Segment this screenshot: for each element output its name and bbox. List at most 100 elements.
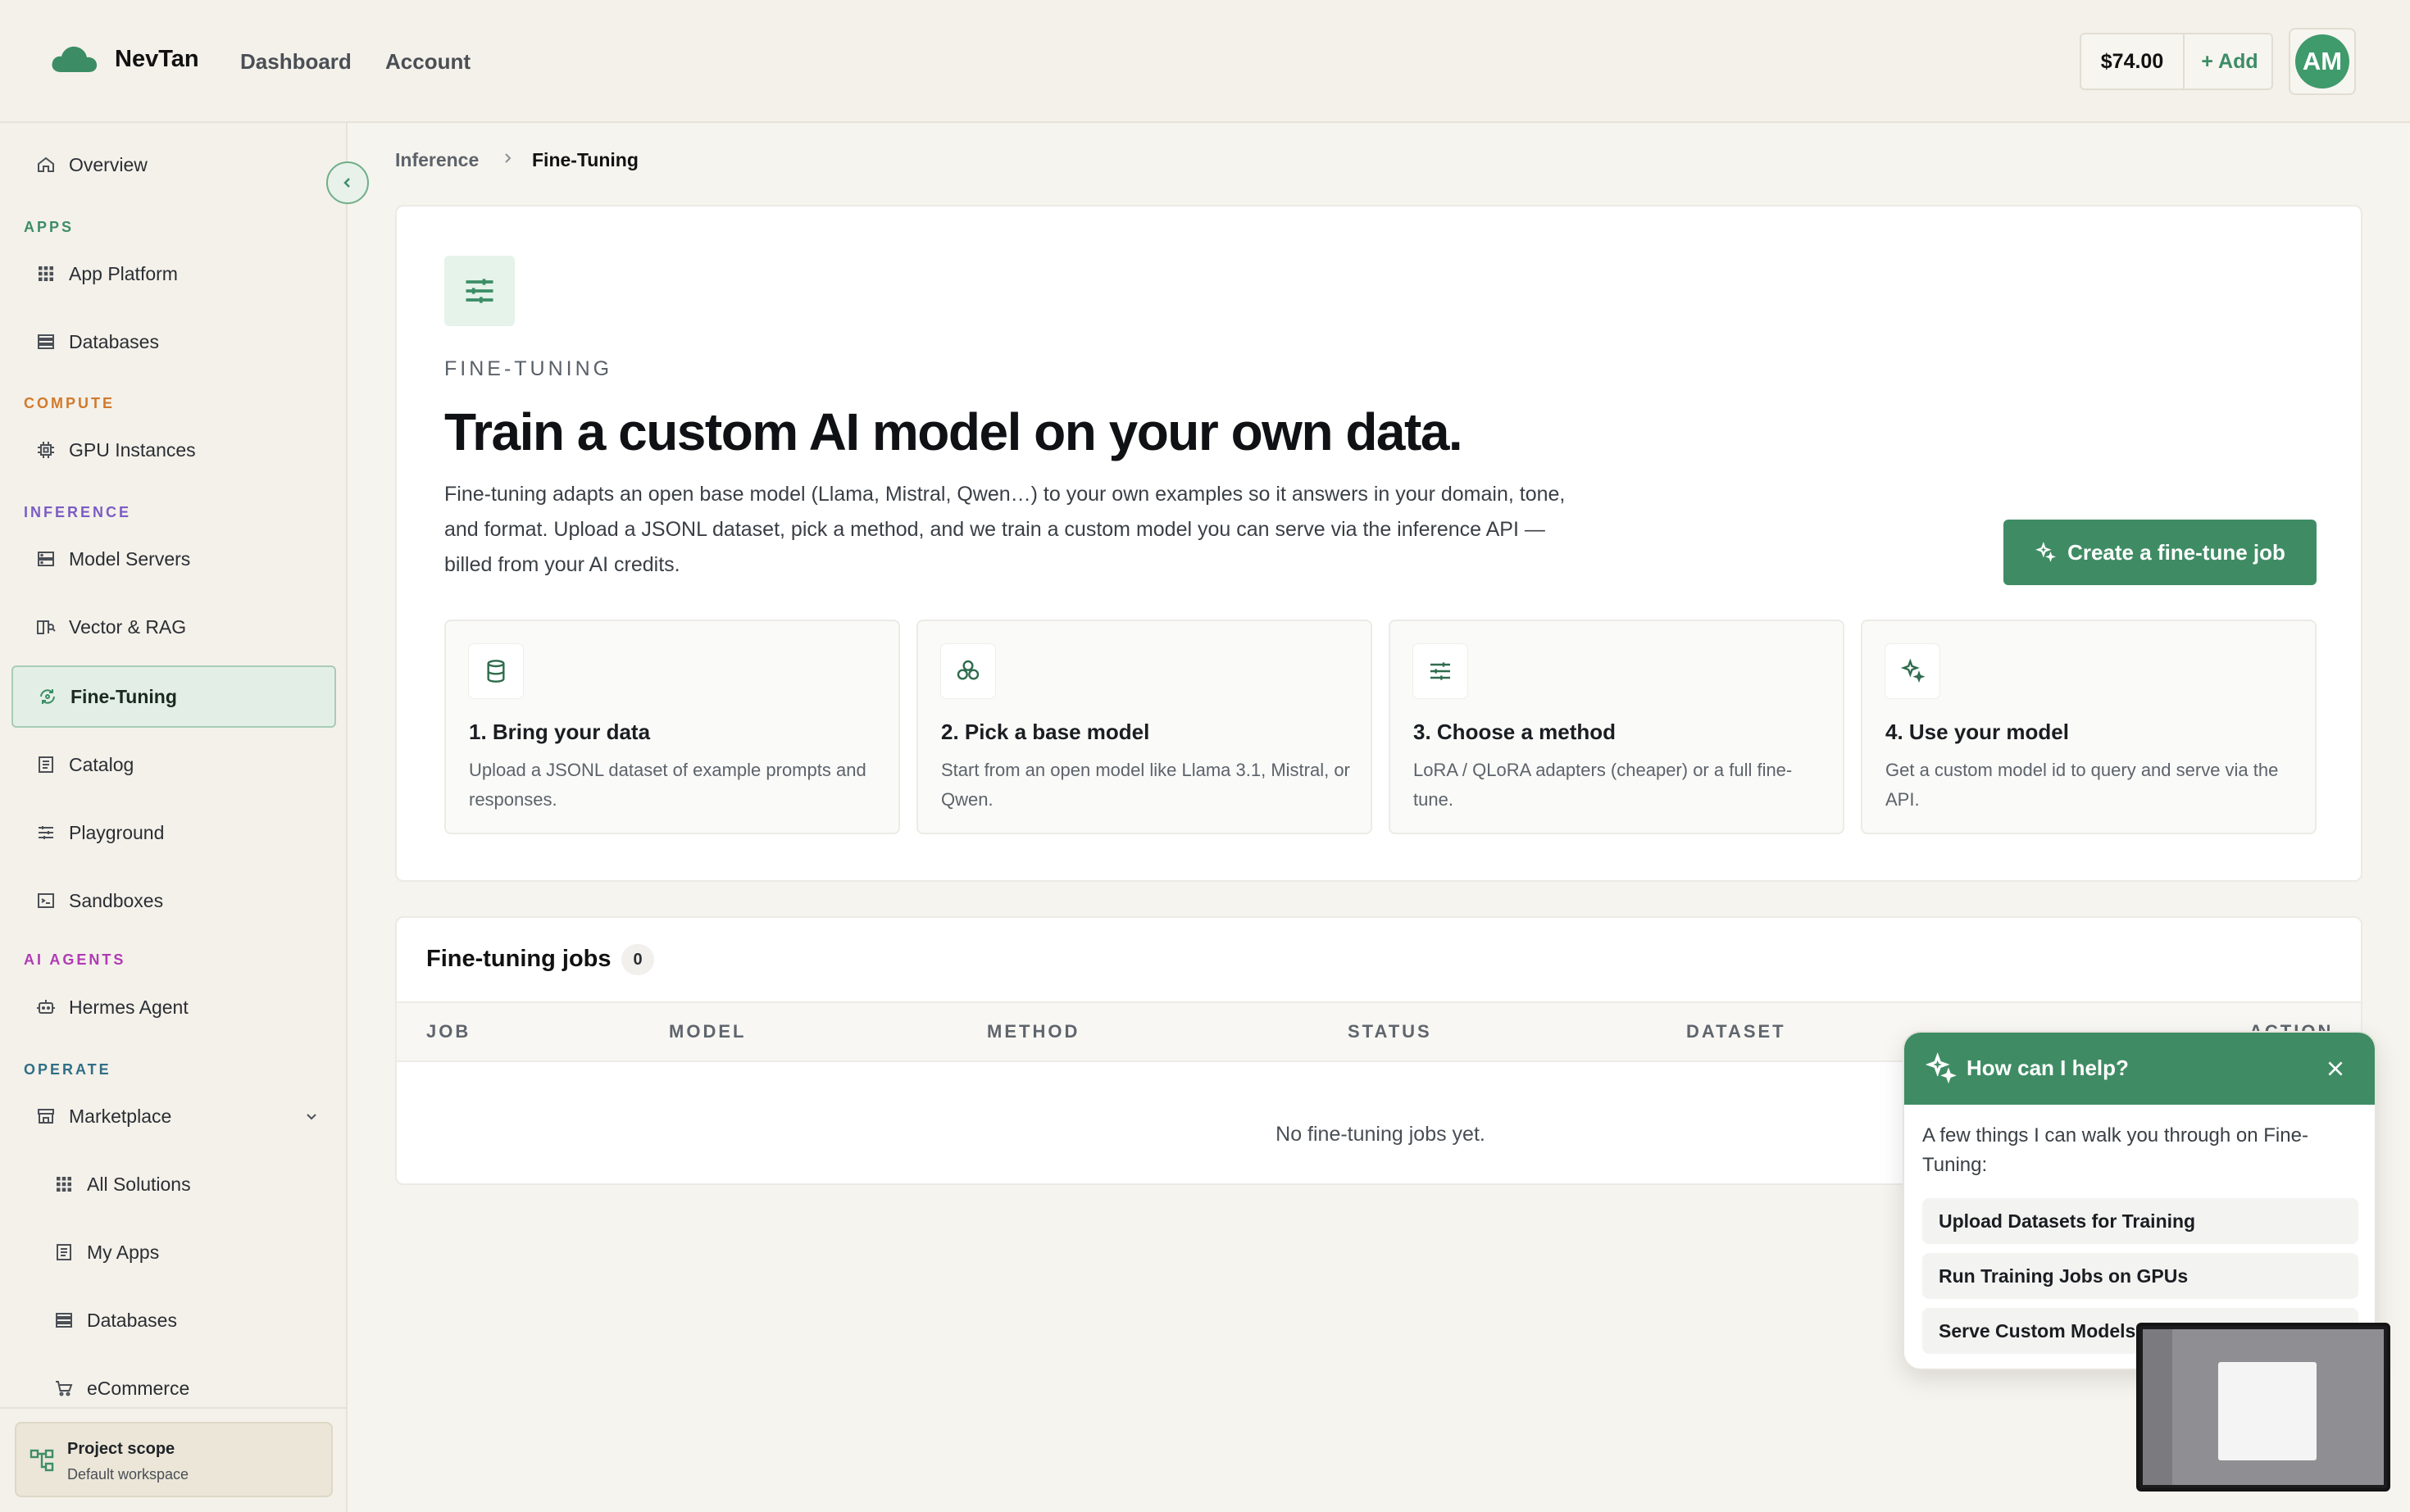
sidebar-item-overview[interactable]: Overview — [11, 134, 336, 196]
sidebar-item-fine-tuning[interactable]: Fine-Tuning — [11, 665, 336, 728]
help-option-run-training[interactable]: Run Training Jobs on GPUs — [1922, 1253, 2358, 1299]
cloud-logo-icon[interactable] — [51, 44, 98, 74]
top-bar: NevTan Dashboard Account $74.00 + Add AM — [0, 0, 2410, 123]
user-menu[interactable]: AM — [2289, 28, 2356, 95]
sidebar-item-app-platform[interactable]: App Platform — [11, 243, 336, 305]
close-icon[interactable] — [2321, 1054, 2350, 1083]
sidebar-item-label: Overview — [69, 153, 148, 175]
step-title: 4. Use your model — [1885, 720, 2069, 744]
sidebar-item-label: GPU Instances — [69, 438, 196, 461]
sidebar-item-label: eCommerce — [87, 1377, 190, 1399]
sidebar-item-sandboxes[interactable]: Sandboxes — [11, 870, 336, 932]
step-card-use-model: 4. Use your model Get a custom model id … — [1861, 620, 2317, 834]
credit-amount: $74.00 — [2081, 34, 2185, 89]
sidebar-item-label: Catalog — [69, 753, 134, 775]
step-card-bring-data: 1. Bring your data Upload a JSONL datase… — [444, 620, 900, 834]
step-description: Get a custom model id to query and serve… — [1885, 760, 2279, 810]
collapse-sidebar-button[interactable] — [326, 161, 369, 204]
sidebar-item-ecommerce[interactable]: eCommerce — [11, 1357, 336, 1419]
sidebar-item-label: Marketplace — [69, 1105, 172, 1127]
chevron-down-icon[interactable] — [303, 1107, 320, 1129]
hierarchy-icon — [30, 1449, 54, 1472]
preview-sidebar — [2143, 1329, 2172, 1485]
sidebar-item-vector-rag[interactable]: Vector & RAG — [11, 596, 336, 658]
sidebar-item-playground[interactable]: Playground — [11, 801, 336, 864]
help-assistant-title: How can I help? — [1967, 1056, 2129, 1080]
sidebar-item-label: Sandboxes — [69, 889, 164, 911]
column-header-job: JOB — [426, 1021, 471, 1042]
sidebar-item-label: App Platform — [69, 262, 178, 284]
sidebar-item-label: All Solutions — [87, 1173, 191, 1195]
home-icon — [34, 153, 57, 176]
help-option-upload-datasets[interactable]: Upload Datasets for Training — [1922, 1198, 2358, 1244]
sidebar-item-marketplace[interactable]: Marketplace — [11, 1085, 336, 1147]
sidebar-item-label: Playground — [69, 821, 165, 843]
list-icon — [34, 753, 57, 776]
sidebar-item-model-servers[interactable]: Model Servers — [11, 528, 336, 590]
server-icon — [34, 547, 57, 570]
sidebar-item-label: Databases — [69, 330, 159, 352]
sidebar-item-hermes-agent[interactable]: Hermes Agent — [11, 976, 336, 1038]
nav-account[interactable]: Account — [385, 49, 471, 75]
sparkles-icon — [1885, 644, 1939, 698]
project-scope[interactable]: Project scope Default workspace — [15, 1422, 333, 1497]
sparkles-icon — [2035, 542, 2056, 562]
sidebar-item-my-apps[interactable]: My Apps — [11, 1221, 336, 1283]
database-icon — [469, 644, 523, 698]
section-header-compute: COMPUTE — [24, 395, 115, 411]
nav-dashboard[interactable]: Dashboard — [240, 49, 352, 75]
database-list-icon — [52, 1309, 75, 1332]
step-description: Upload a JSONL dataset of example prompt… — [469, 760, 866, 810]
create-fine-tune-job-button[interactable]: Create a fine-tune job — [2003, 520, 2317, 585]
page-title: Train a custom AI model on your own data… — [444, 402, 1463, 461]
sidebar-item-gpu-instances[interactable]: GPU Instances — [11, 419, 336, 481]
sidebar-item-all-solutions[interactable]: All Solutions — [11, 1153, 336, 1215]
brand-name[interactable]: NevTan — [115, 46, 199, 73]
sidebar-item-databases[interactable]: Databases — [11, 311, 336, 373]
cart-icon — [52, 1377, 75, 1400]
section-header-inference: INFERENCE — [24, 504, 132, 520]
jobs-title: Fine-tuning jobs — [426, 946, 612, 972]
sidebar-item-label: Model Servers — [69, 547, 191, 570]
breadcrumb-current: Fine-Tuning — [532, 149, 639, 170]
sliders-icon — [444, 256, 515, 326]
step-description: Start from an open model like Llama 3.1,… — [941, 760, 1350, 810]
sidebar-item-label: Fine-Tuning — [70, 685, 177, 707]
help-assistant-header: How can I help? — [1904, 1033, 2375, 1105]
help-assistant-intro: A few things I can walk you through on F… — [1922, 1124, 2308, 1176]
book-search-icon — [34, 615, 57, 638]
breadcrumb-inference[interactable]: Inference — [395, 149, 479, 171]
breadcrumb-separator-icon — [502, 149, 515, 171]
sidebar-item-label: Hermes Agent — [69, 996, 189, 1018]
column-header-model: MODEL — [669, 1021, 747, 1042]
sliders-icon — [34, 821, 57, 844]
sidebar-item-catalog[interactable]: Catalog — [11, 733, 336, 796]
refresh-icon — [36, 685, 59, 708]
preview-modal — [2218, 1362, 2317, 1460]
molecule-icon — [941, 644, 995, 698]
hero-description: Fine-tuning adapts an open base model (L… — [444, 483, 1566, 576]
credit-balance: $74.00 + Add — [2080, 33, 2273, 90]
column-header-dataset: DATASET — [1686, 1021, 1786, 1042]
project-scope-subtitle: Default workspace — [67, 1466, 189, 1482]
help-assistant-panel: How can I help? A few things I can walk … — [1903, 1031, 2376, 1370]
sidebar: Overview APPS App Platform Databases COM… — [0, 123, 348, 1512]
column-header-method: METHOD — [987, 1021, 1080, 1042]
avatar[interactable]: AM — [2295, 34, 2349, 89]
robot-icon — [34, 996, 57, 1019]
sidebar-item-databases-sub[interactable]: Databases — [11, 1289, 336, 1351]
database-list-icon — [34, 330, 57, 353]
step-card-choose-method: 3. Choose a method LoRA / QLoRA adapters… — [1389, 620, 1844, 834]
fine-tuning-hero-card: FINE-TUNING Train a custom AI model on y… — [395, 205, 2362, 882]
step-description: LoRA / QLoRA adapters (cheaper) or a ful… — [1413, 760, 1793, 810]
project-scope-title: Project scope — [67, 1440, 175, 1458]
screen-preview-thumbnail[interactable] — [2136, 1323, 2390, 1492]
chip-icon — [34, 438, 57, 461]
grid-icon — [52, 1173, 75, 1196]
sidebar-divider — [0, 1407, 348, 1409]
store-icon — [34, 1105, 57, 1128]
hero-eyebrow: FINE-TUNING — [444, 357, 613, 380]
step-card-pick-model: 2. Pick a base model Start from an open … — [916, 620, 1372, 834]
terminal-icon — [34, 889, 57, 912]
add-credits-button[interactable]: + Add — [2186, 34, 2273, 89]
